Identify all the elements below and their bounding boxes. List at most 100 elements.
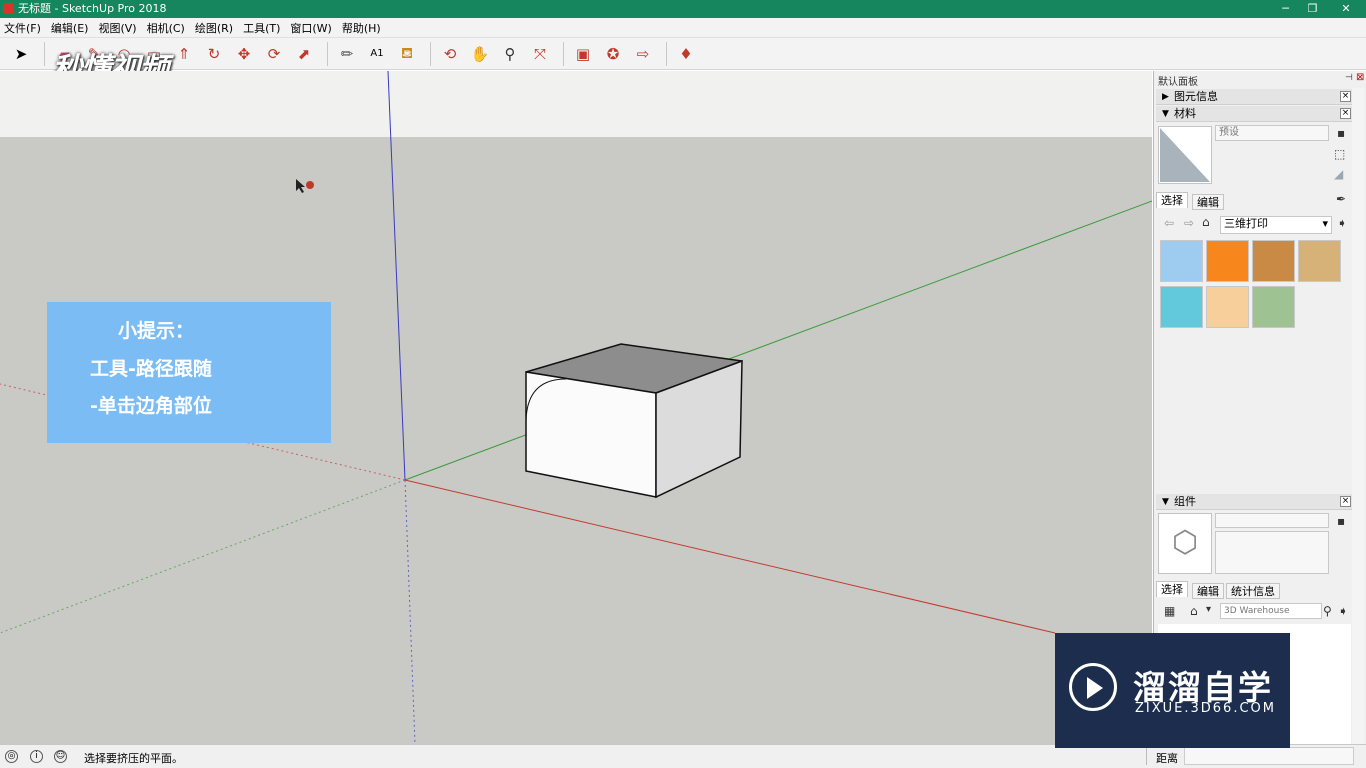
tip-box: 小提示： 工具-路径跟随 -单击边角部位 xyxy=(47,302,331,443)
material-swatch[interactable] xyxy=(1206,286,1249,328)
menu-help[interactable]: 帮助(H) xyxy=(342,20,381,36)
close-icon[interactable]: × xyxy=(1340,108,1351,119)
menu-window[interactable]: 窗口(W) xyxy=(290,20,331,36)
tab-materials-edit[interactable]: 编辑 xyxy=(1192,194,1224,210)
blue-axis-negative xyxy=(404,479,416,744)
measurements-label: 距离 xyxy=(1156,752,1178,765)
materials-header[interactable]: ▼ 材料 × xyxy=(1156,106,1353,122)
status-message: 选择要挤压的平面。 xyxy=(84,752,183,765)
rotate-icon[interactable]: ⟳ xyxy=(261,41,287,67)
details-arrow-icon[interactable]: ➧ xyxy=(1338,604,1348,618)
default-material-icon[interactable]: ▪ xyxy=(1337,126,1345,140)
tab-materials-select[interactable]: 选择 xyxy=(1156,192,1188,208)
tab-components-edit[interactable]: 编辑 xyxy=(1192,583,1224,599)
pin-icon[interactable]: ⊣ xyxy=(1345,73,1353,83)
chevron-down-icon: ▾ xyxy=(1322,217,1328,230)
menu-edit[interactable]: 编辑(E) xyxy=(51,20,89,36)
materials-label: 材料 xyxy=(1174,107,1196,120)
material-swatch[interactable] xyxy=(1252,286,1295,328)
model-viewport[interactable]: 小提示： 工具-路径跟随 -单击边角部位 xyxy=(0,71,1152,744)
orbit-icon[interactable]: ⟲ xyxy=(437,41,463,67)
follow-me-icon[interactable]: ↻ xyxy=(201,41,227,67)
close-button[interactable]: ✕ xyxy=(1326,0,1366,18)
component-preview: ⬡ xyxy=(1158,513,1212,574)
search-icon[interactable]: ⚲ xyxy=(1323,604,1332,618)
menu-draw[interactable]: 绘图(R) xyxy=(195,20,233,36)
menu-tools[interactable]: 工具(T) xyxy=(243,20,280,36)
component-description-field[interactable] xyxy=(1215,531,1329,574)
extension-icon[interactable]: ✪ xyxy=(600,41,626,67)
share-icon[interactable]: ⇨ xyxy=(630,41,656,67)
text-icon[interactable]: A1 xyxy=(364,41,390,67)
component-name-field[interactable] xyxy=(1215,513,1329,528)
green-axis-negative xyxy=(0,479,406,634)
brand-watermark: 溜溜自学 ZIXUE.3D66.COM xyxy=(1055,633,1290,748)
menu-file[interactable]: 文件(F) xyxy=(4,20,41,36)
window-title: 无标题 - SketchUp Pro 2018 xyxy=(18,2,167,15)
material-swatch[interactable] xyxy=(1206,240,1249,282)
tape-measure-icon[interactable]: ✏ xyxy=(334,41,360,67)
entity-info-header[interactable]: ▶ 图元信息 × xyxy=(1156,89,1353,105)
components-header[interactable]: ▼ 组件 × xyxy=(1156,494,1353,510)
chevron-down-icon[interactable]: ▾ xyxy=(1206,604,1211,615)
move-icon[interactable]: ✥ xyxy=(231,41,257,67)
red-axis xyxy=(404,479,1056,634)
details-arrow-icon[interactable]: ➧ xyxy=(1337,216,1347,230)
restore-button[interactable]: ❐ xyxy=(1299,0,1326,18)
tray-title: 默认面板 xyxy=(1158,77,1198,88)
forward-icon[interactable]: ⇨ xyxy=(1184,216,1194,230)
material-sample-icon[interactable]: ◢ xyxy=(1334,167,1343,181)
warehouse-icon[interactable]: ▣ xyxy=(570,41,596,67)
main-toolbar: ➤ ▰ ✎ ◠ ▭ ⇑ ↻ ✥ ⟳ ⬈ ✏ A1 ⛾ ⟲ ✋ ⚲ ⤧ ▣ ✪ ⇨… xyxy=(0,38,1366,70)
material-swatch[interactable] xyxy=(1252,240,1295,282)
push-pull-icon[interactable]: ⇑ xyxy=(171,41,197,67)
paint-bucket-icon[interactable]: ⛾ xyxy=(394,41,420,67)
warehouse-search-input[interactable]: 3D Warehouse xyxy=(1220,603,1322,619)
ruby-icon[interactable]: ♦ xyxy=(673,41,699,67)
tip-line-tool: 工具-路径跟随 xyxy=(90,358,212,380)
zoom-extents-icon[interactable]: ⤧ xyxy=(527,41,553,67)
material-swatch[interactable] xyxy=(1298,240,1341,282)
panel-scrollbar[interactable] xyxy=(1352,88,1364,744)
home-icon[interactable]: ⌂ xyxy=(1190,604,1198,618)
back-icon[interactable]: ⇦ xyxy=(1164,216,1174,230)
scale-icon[interactable]: ⬈ xyxy=(291,41,317,67)
view-options-icon[interactable]: ▦ xyxy=(1164,604,1175,618)
blue-axis xyxy=(387,71,406,481)
material-preview xyxy=(1158,126,1212,184)
create-material-icon[interactable]: ⬚ xyxy=(1334,147,1345,161)
zoom-icon[interactable]: ⚲ xyxy=(497,41,523,67)
sketchup-app-icon xyxy=(3,3,14,14)
user-icon[interactable]: ☺ xyxy=(54,750,67,763)
menu-camera[interactable]: 相机(C) xyxy=(147,20,185,36)
material-swatch[interactable] xyxy=(1160,240,1203,282)
eyedropper-icon[interactable]: ✒ xyxy=(1336,192,1346,206)
components-label: 组件 xyxy=(1174,495,1196,508)
follow-me-cursor-icon xyxy=(306,181,314,189)
material-name-field[interactable]: 预设 xyxy=(1215,125,1329,141)
info-icon[interactable]: i xyxy=(30,750,43,763)
close-icon[interactable]: × xyxy=(1340,496,1351,507)
home-icon[interactable]: ⌂ xyxy=(1202,215,1210,229)
material-library-select[interactable]: 三维打印 ▾ xyxy=(1220,216,1332,234)
minimize-button[interactable]: ─ xyxy=(1272,0,1299,18)
geo-location-icon[interactable]: ◎ xyxy=(5,750,18,763)
select-icon[interactable]: ➤ xyxy=(8,41,34,67)
tab-components-statistics[interactable]: 统计信息 xyxy=(1226,583,1280,599)
entity-info-label: 图元信息 xyxy=(1174,90,1218,103)
measurements-input[interactable] xyxy=(1184,747,1354,765)
material-swatch[interactable] xyxy=(1160,286,1203,328)
brand-url: ZIXUE.3D66.COM xyxy=(1135,701,1276,716)
tip-title: 小提示： xyxy=(118,320,195,342)
close-icon[interactable]: × xyxy=(1340,91,1351,102)
material-library-value: 三维打印 xyxy=(1224,217,1268,230)
pan-icon[interactable]: ✋ xyxy=(467,41,493,67)
green-axis xyxy=(404,200,1152,481)
tab-components-select[interactable]: 选择 xyxy=(1156,581,1188,597)
menu-bar: 文件(F) 编辑(E) 视图(V) 相机(C) 绘图(R) 工具(T) 窗口(W… xyxy=(0,18,1366,38)
component-default-icon[interactable]: ▪ xyxy=(1337,514,1345,528)
tip-line-action: -单击边角部位 xyxy=(90,395,212,417)
title-bar: 无标题 - SketchUp Pro 2018 ─ ❐ ✕ xyxy=(0,0,1366,18)
menu-view[interactable]: 视图(V) xyxy=(98,20,136,36)
tray-close-icon[interactable]: ⊠ xyxy=(1356,72,1364,83)
